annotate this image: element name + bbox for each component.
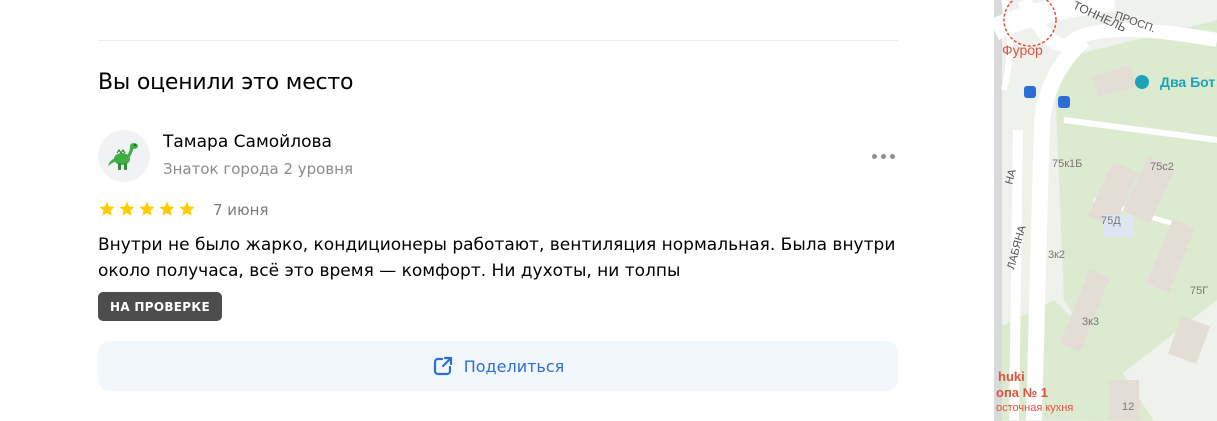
- star-icon: [179, 201, 195, 216]
- map-label: 75Д: [1101, 215, 1121, 227]
- star-icon: [99, 201, 115, 216]
- star-icon: [159, 201, 175, 216]
- map-canvas[interactable]: Фурор Два Бот ПРОСП. ТОННЕЛЬ НА ЛАБЯНА 7…: [994, 0, 1217, 421]
- star-icon: [139, 201, 155, 216]
- section-title: Вы оценили это место: [98, 70, 354, 95]
- dot: [889, 153, 895, 159]
- star-icon: [119, 201, 135, 216]
- review-text: Внутри не было жарко, кондиционеры работ…: [98, 235, 896, 281]
- map-label: осточная кухня: [996, 402, 1073, 414]
- map-label: 3к2: [1048, 249, 1065, 261]
- map-label: 75Г: [1190, 285, 1208, 297]
- map[interactable]: Фурор Два Бот ПРОСП. ТОННЕЛЬ НА ЛАБЯНА 7…: [994, 0, 1217, 421]
- map-label: Два Бот: [1160, 74, 1215, 90]
- map-label: 3к3: [1082, 316, 1099, 328]
- map-label: 12: [1122, 401, 1134, 413]
- status-badge: НА ПРОВЕРКЕ: [98, 292, 222, 321]
- dot: [871, 153, 877, 159]
- divider: [98, 40, 898, 41]
- dinosaur-icon: [108, 143, 138, 170]
- more-dots-icon[interactable]: [868, 148, 898, 164]
- share-external-icon: [433, 356, 452, 376]
- map-label: Фурор: [1002, 42, 1043, 58]
- rating-stars: [98, 200, 196, 218]
- map-label: опа № 1: [996, 385, 1048, 400]
- share-label: Поделиться: [463, 356, 565, 376]
- avatar[interactable]: [98, 130, 150, 182]
- map-label: 75с2: [1150, 161, 1174, 173]
- dot: [880, 153, 886, 159]
- map-label: 75к1Б: [1052, 158, 1082, 170]
- map-label: huki: [998, 369, 1025, 384]
- author-name[interactable]: Тамара Самойлова: [163, 132, 332, 152]
- author-level: Знаток города 2 уровня: [163, 160, 354, 178]
- share-button[interactable]: Поделиться: [98, 341, 898, 391]
- review-date: 7 июня: [213, 201, 269, 219]
